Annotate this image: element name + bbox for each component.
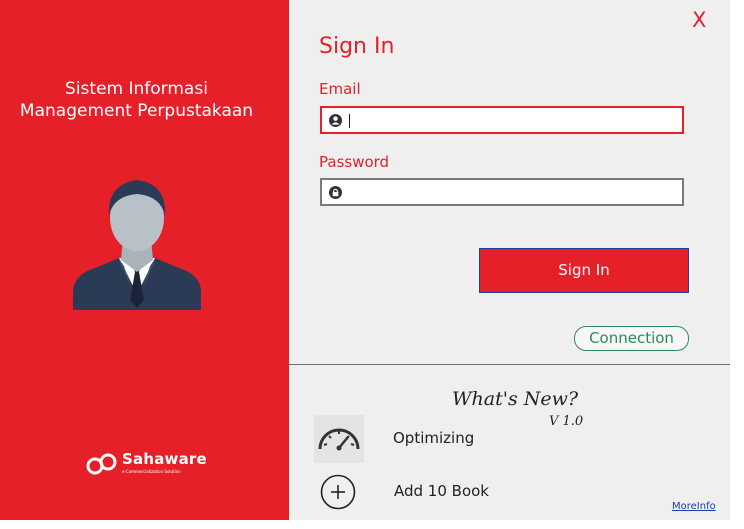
password-input[interactable] [348, 182, 678, 202]
feature-optimizing: Optimizing [393, 429, 475, 447]
email-input[interactable] [348, 110, 678, 130]
password-label: Password [319, 153, 390, 171]
feature-add-book: Add 10 Book [394, 482, 489, 500]
window-edge-right [730, 0, 744, 529]
whats-new-title: What's New? [452, 388, 579, 410]
email-label: Email [319, 80, 361, 98]
version-label: V 1.0 [549, 414, 584, 429]
connection-button[interactable]: Connection [574, 326, 689, 351]
close-button[interactable]: X [692, 8, 706, 32]
password-field[interactable] [320, 178, 684, 206]
speedometer-icon [318, 428, 360, 451]
more-info-link[interactable]: MoreInfo [672, 501, 716, 512]
plus-circle-icon [320, 474, 356, 510]
app-title-line1: Sistem Informasi [65, 79, 208, 99]
email-field[interactable] [320, 106, 684, 134]
signin-button[interactable]: Sign In [479, 248, 689, 293]
app-title-line2: Management Perpustakaan [19, 101, 254, 121]
user-avatar-icon [73, 180, 201, 310]
sahaware-logo-icon [86, 453, 117, 475]
text-caret [349, 114, 350, 128]
lock-icon [329, 186, 342, 199]
window-edge-bottom [0, 520, 744, 529]
app-title: Sistem Informasi Management Perpustakaan [0, 78, 273, 122]
optimizing-icon-box [314, 415, 364, 463]
signin-title: Sign In [319, 34, 395, 59]
user-circle-icon [329, 114, 342, 127]
brand-name: Sahaware [122, 450, 207, 468]
brand-logo: Sahaware e-Commercialization Solution [86, 450, 216, 480]
brand-tagline: e-Commercialization Solution [122, 469, 181, 474]
section-divider [289, 364, 730, 365]
